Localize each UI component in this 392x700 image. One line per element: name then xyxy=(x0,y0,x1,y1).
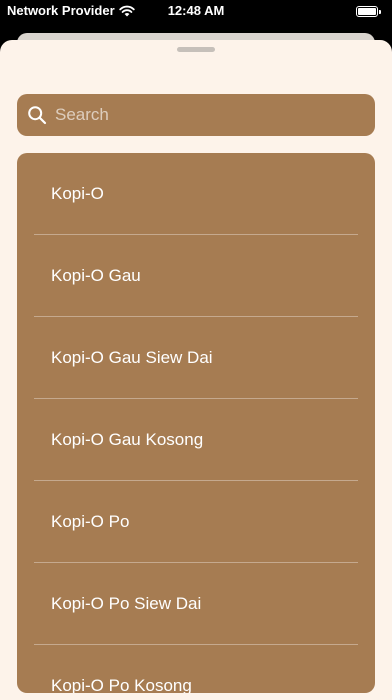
list-item[interactable]: Kopi-O Po xyxy=(17,481,375,563)
status-bar: Network Provider 12:48 AM xyxy=(0,0,392,24)
sheet-grabber[interactable] xyxy=(177,47,215,52)
drink-list: Kopi-O Kopi-O Gau Kopi-O Gau Siew Dai Ko… xyxy=(17,153,375,693)
list-item[interactable]: Kopi-O xyxy=(17,153,375,235)
battery-fill xyxy=(358,8,376,15)
list-item[interactable]: Kopi-O Po Siew Dai xyxy=(17,563,375,645)
list-item[interactable]: Kopi-O Po Kosong xyxy=(17,645,375,693)
list-item[interactable]: Kopi-O Gau Siew Dai xyxy=(17,317,375,399)
search-input[interactable] xyxy=(55,105,355,125)
search-bar[interactable] xyxy=(17,94,375,136)
clock: 12:48 AM xyxy=(167,3,225,18)
search-icon xyxy=(28,106,47,125)
list-item[interactable]: Kopi-O Gau xyxy=(17,235,375,317)
battery-icon xyxy=(356,6,381,17)
bottom-sheet: Kopi-O Kopi-O Gau Kopi-O Gau Siew Dai Ko… xyxy=(0,40,392,700)
battery-cap xyxy=(379,10,381,14)
list-item[interactable]: Kopi-O Gau Kosong xyxy=(17,399,375,481)
